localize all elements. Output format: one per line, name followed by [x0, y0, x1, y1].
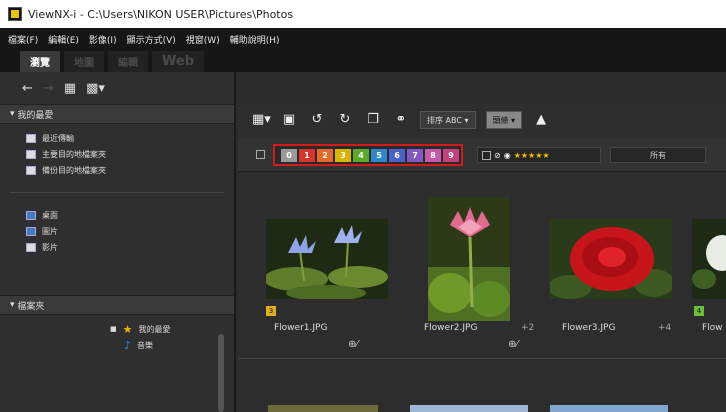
folder-icon	[26, 165, 36, 175]
label-4-button[interactable]: 4	[353, 149, 369, 162]
upload-icon[interactable]: ▲	[532, 111, 550, 129]
menu-window[interactable]: 視窗(W)	[186, 33, 220, 46]
tab-browse[interactable]: 瀏覽	[20, 51, 60, 72]
single-view-icon[interactable]: ▣	[280, 111, 298, 129]
forward-arrow-icon[interactable]: →	[43, 81, 54, 96]
tree-scrollbar[interactable]	[218, 334, 224, 412]
nav-toolbar: ← → ▦ ▩▾	[0, 72, 234, 104]
label-0-button[interactable]: 0	[281, 149, 297, 162]
thumbnail-filename: Flower3.JPG	[562, 323, 616, 333]
label-2-button[interactable]: 2	[317, 149, 333, 162]
label-1-button[interactable]: 1	[299, 149, 315, 162]
copy-icon[interactable]: ❐	[364, 111, 382, 129]
rating-filter-checkbox[interactable]	[482, 150, 491, 160]
place-item-pictures[interactable]: 圖片	[26, 223, 234, 239]
menu-file[interactable]: 檔案(F)	[8, 33, 38, 46]
mode-tabs: 瀏覽 地圖 編輯 Web	[0, 50, 726, 72]
favorite-item[interactable]: 最近傳輸	[26, 130, 234, 146]
menu-image[interactable]: 影像(I)	[89, 33, 117, 46]
color-label-badge: 3	[266, 306, 276, 316]
menu-bar: 檔案(F) 編輯(E) 影像(I) 顯示方式(V) 視窗(W) 輔助說明(H)	[0, 28, 726, 50]
folder-tree: ■ ★ 我的最愛 ♪ 音樂	[0, 315, 234, 353]
label-7-button[interactable]: 7	[407, 149, 423, 162]
reject-icon[interactable]: ◉	[504, 151, 511, 160]
thumbnail-grid: 3 Flower1.JPG ⊕⁄ Flower2.JPG +2 ⊕⁄ Flowe…	[238, 173, 726, 412]
pictures-icon	[26, 226, 36, 236]
menu-view[interactable]: 顯示方式(V)	[127, 33, 176, 46]
filter-mode-select[interactable]: 所有	[610, 147, 706, 163]
grid-view-icon[interactable]: ▦▾	[252, 111, 271, 129]
no-rating-icon[interactable]: ⊘	[494, 151, 501, 160]
place-item-desktop[interactable]: 桌面	[26, 207, 234, 223]
favorite-item[interactable]: 備份目的地檔案夾	[26, 162, 234, 178]
back-arrow-icon[interactable]: ←	[22, 81, 33, 96]
main-toolbar: ▦▾ ▣ ↺ ↻ ❐ ⚭ 排序 ABC ▾ 頭條 ▾ ▲	[238, 104, 726, 138]
label-3-button[interactable]: 3	[335, 149, 351, 162]
geotag-icon[interactable]: ⊕⁄	[508, 339, 518, 350]
menu-edit[interactable]: 編輯(E)	[48, 33, 79, 46]
favorite-folder-icon[interactable]: ▩▾	[86, 81, 105, 96]
favorites-section-header[interactable]: ▾ 我的最愛	[0, 104, 234, 124]
tree-item-favorites[interactable]: ■ ★ 我的最愛	[110, 321, 234, 337]
thumbnail-filename: Flower1.JPG	[274, 323, 328, 333]
thumbnail-filename: Flower2.JPG	[424, 323, 478, 333]
collapse-icon: ▾	[10, 300, 18, 310]
rotate-right-icon[interactable]: ↻	[336, 111, 354, 129]
favorites-list: 最近傳輸 主要目的地檔案夾 備份目的地檔案夾	[0, 124, 234, 184]
title-bar: ViewNX-i - C:\Users\NIKON USER\Pictures\…	[0, 0, 726, 28]
view-select-button[interactable]: 頭條 ▾	[485, 111, 523, 129]
folders-section-header[interactable]: ▾ 檔案夾	[0, 295, 234, 315]
stack-count: +2	[521, 323, 535, 333]
geotag-icon[interactable]: ⊕⁄	[348, 339, 358, 350]
label-8-button[interactable]: 8	[425, 149, 441, 162]
thumbnail-image[interactable]	[266, 219, 388, 299]
desktop-icon	[26, 210, 36, 220]
thumbnail-image[interactable]	[428, 197, 510, 321]
menu-help[interactable]: 輔助說明(H)	[230, 33, 280, 46]
places-list: 桌面 圖片 影片	[0, 201, 234, 261]
viewnx-app-icon	[8, 7, 22, 21]
favorites-title: 我的最愛	[17, 110, 54, 121]
star-rating[interactable]: ★★★★★	[514, 151, 550, 160]
divider	[10, 192, 224, 193]
compare-icon[interactable]: ⚭	[392, 111, 410, 129]
tab-map[interactable]: 地圖	[64, 51, 104, 72]
collapse-icon: ▾	[10, 109, 18, 119]
label-filter-checkbox[interactable]	[256, 150, 265, 159]
color-label-badge: 4	[694, 306, 704, 316]
thumbnail-image[interactable]	[692, 219, 726, 299]
folder-up-icon[interactable]: ▦	[64, 81, 76, 96]
tab-web[interactable]: Web	[152, 51, 204, 72]
thumbnail-filename: Flow	[702, 323, 723, 333]
tab-edit[interactable]: 編輯	[108, 51, 148, 72]
thumbnail-image[interactable]	[268, 405, 378, 412]
thumbnail-image[interactable]	[410, 405, 528, 412]
star-icon: ★	[122, 322, 133, 336]
rotate-left-icon[interactable]: ↺	[308, 111, 326, 129]
folder-icon	[26, 149, 36, 159]
folder-icon	[26, 133, 36, 143]
row-separator	[238, 358, 726, 359]
stack-count: +4	[658, 323, 672, 333]
expand-icon[interactable]: ■	[110, 325, 117, 333]
sort-button[interactable]: 排序 ABC ▾	[420, 111, 476, 129]
favorite-item[interactable]: 主要目的地檔案夾	[26, 146, 234, 162]
folders-title: 檔案夾	[17, 301, 45, 312]
label-5-button[interactable]: 5	[371, 149, 387, 162]
video-icon	[26, 242, 36, 252]
label-9-button[interactable]: 9	[443, 149, 459, 162]
tree-item-music[interactable]: ♪ 音樂	[110, 337, 234, 353]
thumbnail-image[interactable]	[550, 405, 668, 412]
label-6-button[interactable]: 6	[389, 149, 405, 162]
music-icon: ♪	[124, 338, 132, 352]
rating-filter: ⊘ ◉ ★★★★★	[477, 147, 601, 163]
place-item-videos[interactable]: 影片	[26, 239, 234, 255]
window-title: ViewNX-i - C:\Users\NIKON USER\Pictures\…	[28, 7, 294, 21]
navigation-panel: ← → ▦ ▩▾ ▾ 我的最愛 最近傳輸 主要目的地檔案夾 備份目的地檔案夾 桌…	[0, 72, 236, 412]
thumbnail-image[interactable]	[550, 219, 672, 299]
label-filter-highlight: 0 1 2 3 4 5 6 7 8 9	[273, 144, 463, 166]
label-filter-buttons: 0 1 2 3 4 5 6 7 8 9	[281, 149, 459, 162]
